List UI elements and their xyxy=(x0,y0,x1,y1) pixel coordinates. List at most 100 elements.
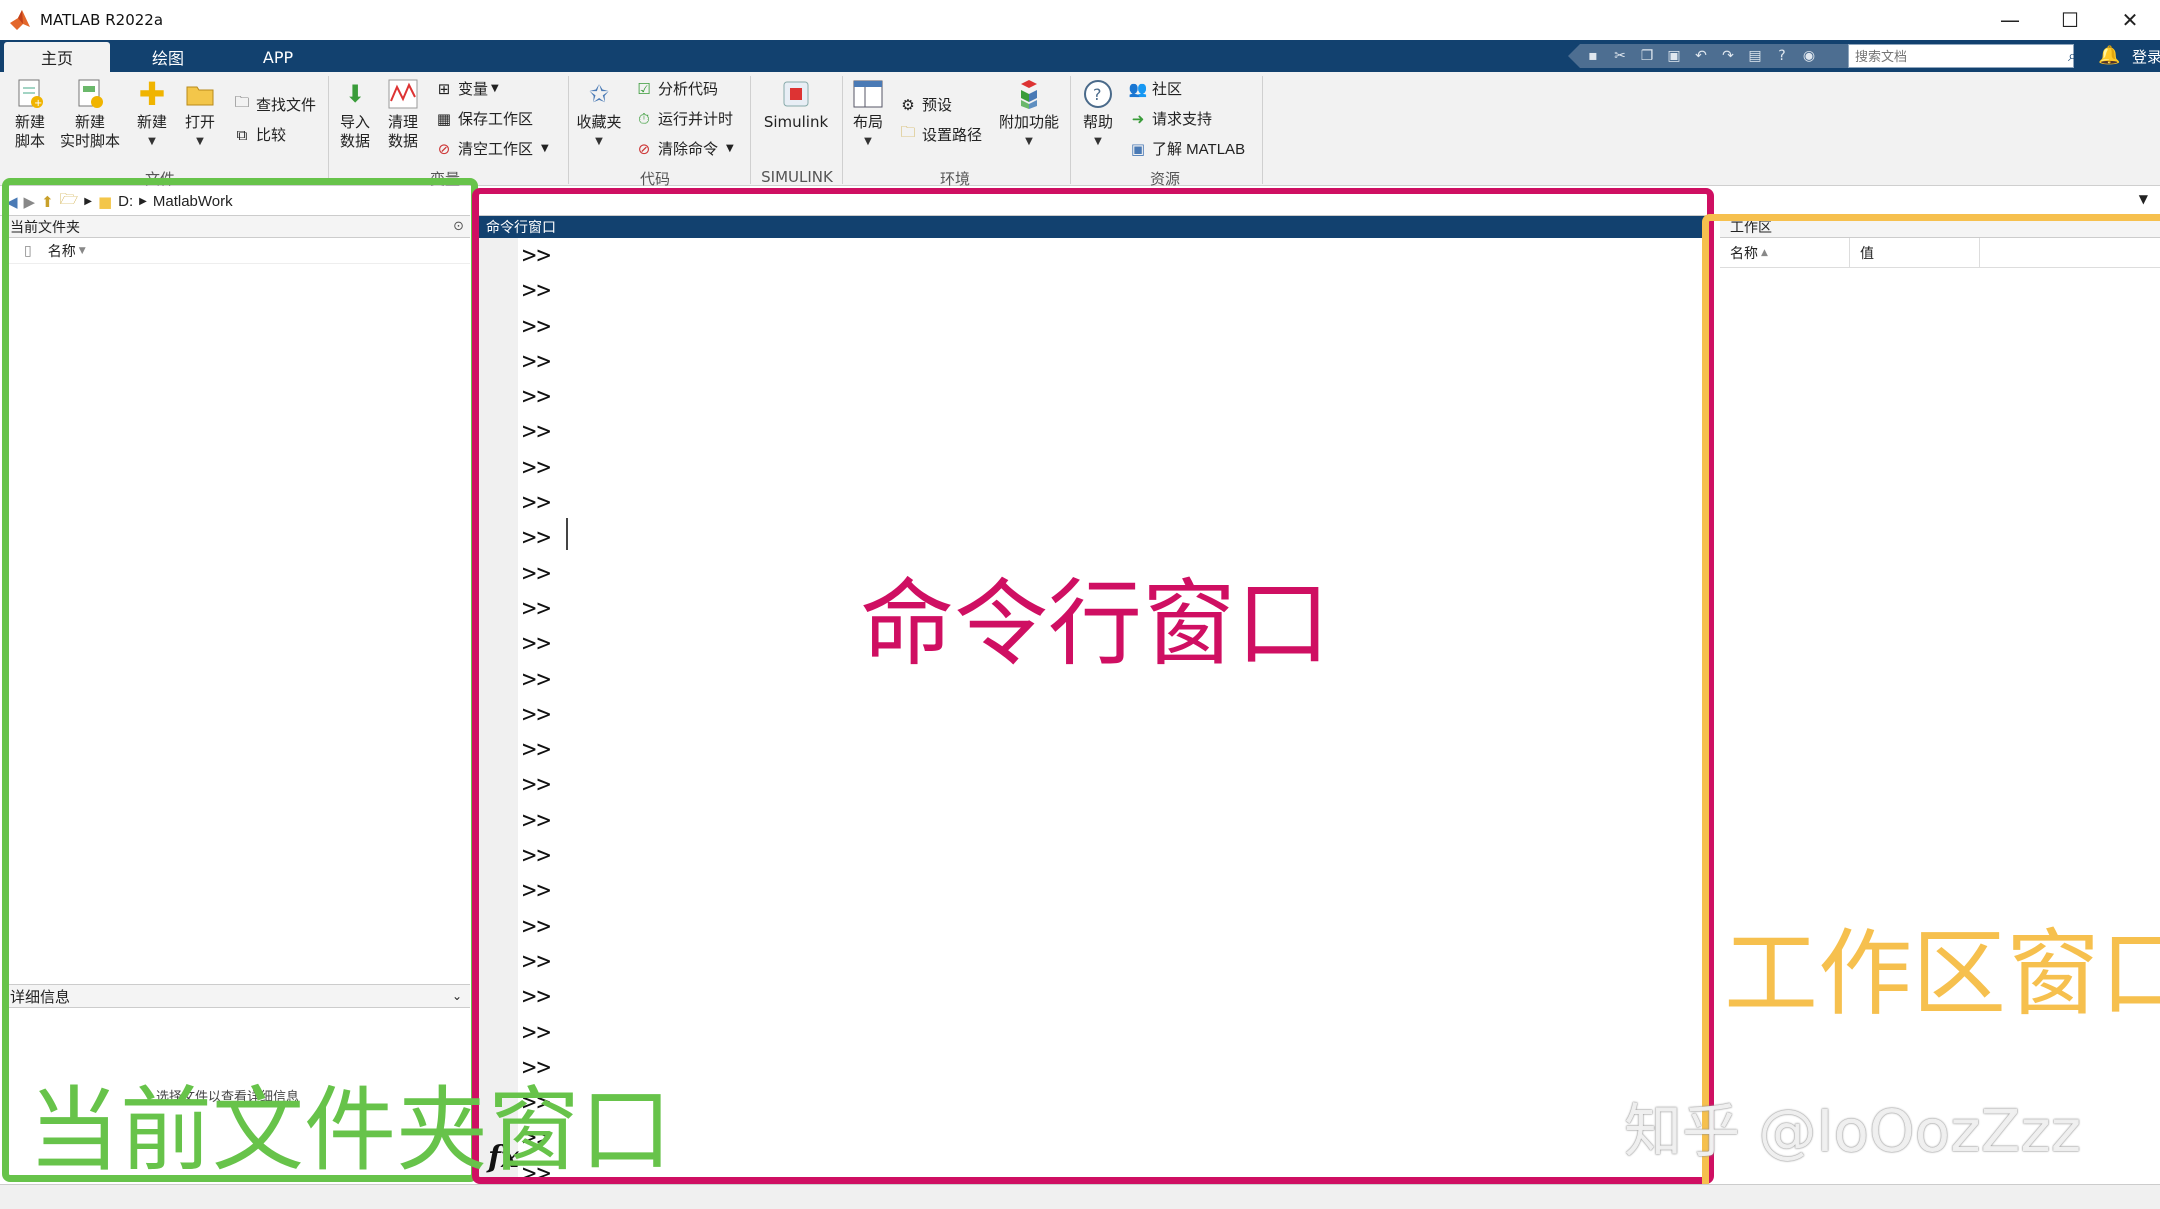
group-separator xyxy=(842,76,843,184)
clear-commands-button[interactable]: ⊘ 清除命令 ▼ xyxy=(634,138,734,159)
folder-open-icon xyxy=(184,78,216,110)
simulink-button[interactable]: Simulink xyxy=(756,78,836,132)
community-icon: 👥 xyxy=(1128,79,1148,98)
run-and-time-label: 运行并计时 xyxy=(658,110,734,128)
open-label: 打开 xyxy=(184,113,215,131)
clean-data-button[interactable]: 清理 数据 xyxy=(382,78,424,151)
annotation-frame-command xyxy=(472,188,1714,1184)
community-button[interactable]: 👥 社区 xyxy=(1128,78,1182,99)
clear-workspace-button[interactable]: ⊘ 清空工作区 ▼ xyxy=(434,138,549,159)
set-path-button[interactable]: 🗀 设置路径 xyxy=(898,123,983,145)
tab-plots[interactable]: 绘图 xyxy=(118,42,218,72)
addons-icon xyxy=(1013,78,1045,110)
clear-workspace-icon: ⊘ xyxy=(437,139,451,158)
save-workspace-icon: ▦ xyxy=(436,109,452,128)
maximize-button[interactable]: ☐ xyxy=(2040,0,2100,40)
tab-home[interactable]: 主页 xyxy=(4,42,110,72)
chevron-down-icon: ▼ xyxy=(196,136,204,147)
run-and-time-button[interactable]: ⏱ 运行并计时 xyxy=(634,108,733,129)
gear-icon: ⚙ xyxy=(901,95,915,114)
new-live-script-icon xyxy=(74,78,106,110)
support-icon: ➜ xyxy=(1131,109,1145,128)
find-files-icon: 🗀 xyxy=(234,93,250,111)
group-separator xyxy=(1070,76,1071,184)
find-files-button[interactable]: 🗀 查找文件 xyxy=(232,93,317,115)
find-files-label: 查找文件 xyxy=(256,96,317,114)
addons-label: 附加功能 xyxy=(998,113,1059,131)
new-live-script-label: 新建 实时脚本 xyxy=(59,113,120,150)
new-button[interactable]: ✚ 新建 ▼ xyxy=(132,78,172,151)
close-button[interactable]: ✕ xyxy=(2100,0,2160,40)
title-bar: MATLAB R2022a — ☐ ✕ xyxy=(0,0,2160,40)
search-icon[interactable]: ⌕ xyxy=(2068,46,2077,66)
tab-apps[interactable]: APP xyxy=(228,42,328,72)
new-script-label: 新建 脚本 xyxy=(14,113,45,150)
new-live-script-button[interactable]: 新建 实时脚本 xyxy=(56,78,124,151)
import-data-label: 导入 数据 xyxy=(339,113,370,150)
community-label: 社区 xyxy=(1152,80,1183,98)
chevron-down-icon: ▼ xyxy=(864,136,872,147)
switch-windows-icon[interactable]: ▤ xyxy=(1746,47,1764,65)
chevron-down-icon: ▼ xyxy=(148,136,156,147)
simulink-label: Simulink xyxy=(763,113,829,131)
status-bar xyxy=(0,1184,2160,1209)
request-support-button[interactable]: ➜ 请求支持 xyxy=(1128,108,1212,129)
chevron-down-icon[interactable]: ▼ xyxy=(2139,192,2148,206)
favorites-label: 收藏夹 xyxy=(576,113,622,131)
plus-icon: ✚ xyxy=(138,74,166,113)
set-path-icon: 🗀 xyxy=(900,123,916,141)
analyze-code-button[interactable]: ☑ 分析代码 xyxy=(634,78,718,99)
clean-data-label: 清理 数据 xyxy=(387,113,418,150)
analyze-code-label: 分析代码 xyxy=(658,80,719,98)
annotation-label-workspace: 工作区窗口 xyxy=(1724,920,2160,1029)
addons-button[interactable]: 附加功能 ▼ xyxy=(996,78,1062,151)
new-script-button[interactable]: + 新建 脚本 xyxy=(8,78,52,151)
learn-matlab-button[interactable]: ▣ 了解 MATLAB xyxy=(1128,138,1245,159)
window-title: MATLAB R2022a xyxy=(40,11,164,29)
import-data-icon: ⬇ xyxy=(344,79,366,108)
help-icon[interactable]: ? xyxy=(1773,47,1791,65)
import-data-button[interactable]: ⬇ 导入 数据 xyxy=(334,78,376,151)
undo-icon[interactable]: ↶ xyxy=(1692,47,1710,65)
minimize-button[interactable]: — xyxy=(1980,0,2040,40)
chevron-down-icon: ▼ xyxy=(595,136,603,147)
group-separator xyxy=(1262,76,1263,184)
new-script-icon: + xyxy=(14,78,46,110)
quick-access-toolbar: ▪ ✂ ❐ ▣ ↶ ↷ ▤ ? ◉ xyxy=(1568,44,1848,68)
favorites-button[interactable]: ✩ 收藏夹 ▼ xyxy=(574,78,624,151)
set-path-label: 设置路径 xyxy=(922,126,983,144)
preferences-button[interactable]: ⚙ 预设 xyxy=(898,94,952,115)
help-label: 帮助 xyxy=(1082,113,1113,131)
open-button[interactable]: 打开 ▼ xyxy=(180,78,220,151)
annotation-frame-workspace xyxy=(1702,214,2160,1204)
notification-bell-icon[interactable]: 🔔 xyxy=(2098,45,2120,66)
ribbon: + 新建 脚本 新建 实时脚本 ✚ 新建 ▼ 打开 ▼ 🗀 查找文件 ⧉ 比较 … xyxy=(0,72,2160,188)
layout-icon xyxy=(852,78,884,110)
svg-text:+: + xyxy=(34,98,42,109)
layout-button[interactable]: 布局 ▼ xyxy=(848,78,888,151)
variable-icon: ⊞ xyxy=(437,79,451,98)
options-icon[interactable]: ◉ xyxy=(1800,47,1818,65)
search-docs-input[interactable] xyxy=(1848,44,2074,68)
annotation-label-command: 命令行窗口 xyxy=(860,570,1331,679)
paste-icon[interactable]: ▣ xyxy=(1665,47,1683,65)
svg-text:?: ? xyxy=(1093,85,1102,104)
chevron-down-icon: ▼ xyxy=(1025,136,1033,147)
chevron-down-icon: ▼ xyxy=(491,83,499,94)
save-icon[interactable]: ▪ xyxy=(1584,47,1602,65)
copy-icon[interactable]: ❐ xyxy=(1638,47,1656,65)
help-icon: ? xyxy=(1082,78,1114,110)
variable-label: 变量 xyxy=(458,80,489,98)
save-workspace-button[interactable]: ▦ 保存工作区 xyxy=(434,108,533,129)
variable-button[interactable]: ⊞ 变量 ▼ xyxy=(434,78,499,99)
cut-icon[interactable]: ✂ xyxy=(1611,47,1629,65)
annotation-frame-folder xyxy=(2,178,478,1182)
clear-workspace-label: 清空工作区 xyxy=(458,140,534,158)
compare-icon: ⧉ xyxy=(236,125,248,144)
compare-button[interactable]: ⧉ 比较 xyxy=(232,124,286,145)
group-separator xyxy=(750,76,751,184)
help-button[interactable]: ? 帮助 ▼ xyxy=(1076,78,1120,151)
redo-icon[interactable]: ↷ xyxy=(1719,47,1737,65)
login-link[interactable]: 登录 xyxy=(2132,46,2160,67)
group-separator xyxy=(568,76,569,184)
